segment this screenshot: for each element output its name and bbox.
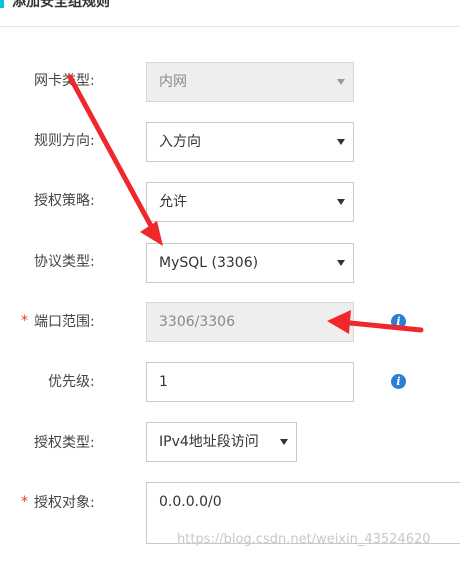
header-accent-bar	[0, 0, 4, 8]
protocol-value: MySQL (3306)	[159, 255, 259, 271]
port-range-label: 端口范围:	[34, 314, 95, 330]
auth-type-select[interactable]: IPv4地址段访问	[146, 422, 297, 462]
chevron-down-icon	[280, 439, 288, 445]
priority-value: 1	[159, 374, 168, 390]
required-mark: *	[21, 313, 28, 329]
direction-value: 入方向	[159, 134, 201, 150]
auth-type-label: 授权类型:	[34, 435, 95, 451]
policy-select[interactable]: 允许	[146, 182, 354, 222]
port-range-input[interactable]: 3306/3306	[146, 302, 354, 342]
protocol-label: 协议类型:	[34, 254, 95, 270]
watermark-text: https://blog.csdn.net/weixin_43524620	[177, 532, 431, 547]
chevron-down-icon	[337, 139, 345, 145]
info-icon[interactable]: i	[391, 314, 406, 329]
protocol-select[interactable]: MySQL (3306)	[146, 243, 354, 283]
policy-value: 允许	[159, 194, 187, 210]
auth-type-value: IPv4地址段访问	[159, 434, 259, 450]
nic-type-label: 网卡类型:	[34, 73, 95, 89]
auth-object-value: 0.0.0.0/0	[159, 494, 222, 510]
direction-select[interactable]: 入方向	[146, 122, 354, 162]
chevron-down-icon	[337, 79, 345, 85]
dialog-title: 添加安全组规则	[12, 0, 110, 10]
direction-label: 规则方向:	[34, 133, 95, 149]
dialog-header: 添加安全组规则	[0, 0, 460, 27]
nic-type-select[interactable]: 内网	[146, 62, 354, 102]
chevron-down-icon	[337, 260, 345, 266]
port-range-value: 3306/3306	[159, 314, 235, 330]
priority-label: 优先级:	[48, 374, 95, 390]
chevron-down-icon	[337, 199, 345, 205]
info-icon[interactable]: i	[391, 374, 406, 389]
auth-object-label: 授权对象:	[34, 495, 95, 511]
nic-type-value: 内网	[159, 74, 187, 90]
required-mark: *	[21, 494, 28, 510]
policy-label: 授权策略:	[34, 193, 95, 209]
priority-input[interactable]: 1	[146, 362, 354, 402]
